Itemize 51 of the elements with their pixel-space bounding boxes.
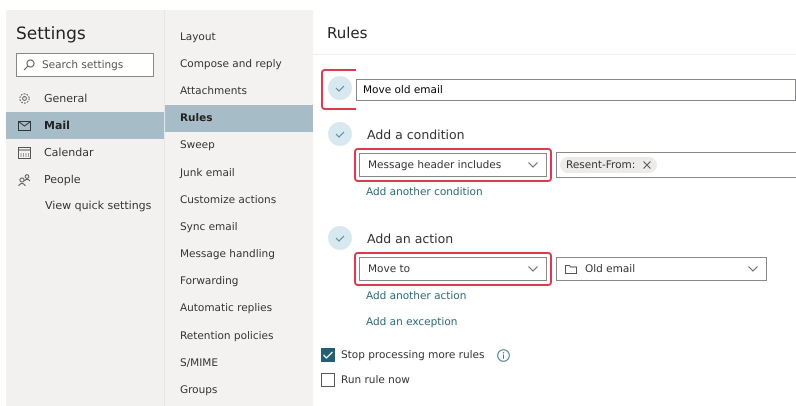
action-dropdown[interactable]: Move to — [359, 257, 547, 281]
subnav-item[interactable]: Sweep — [164, 132, 313, 159]
chevron-icon — [528, 162, 538, 168]
step-check-icon — [328, 76, 352, 100]
subnav-item[interactable]: Rules — [164, 104, 313, 132]
rule-name-field[interactable]: Move old email — [356, 78, 796, 100]
subnav-item[interactable]: Layout — [164, 23, 313, 50]
nav-item[interactable]: Mail — [6, 112, 164, 139]
subnav-item[interactable]: Junk email — [164, 158, 313, 186]
header-value-field[interactable]: Resent-From: — [556, 152, 796, 178]
subnav-item[interactable]: Message handling — [164, 240, 313, 268]
subnav-item[interactable]: Automatic replies — [164, 294, 313, 322]
chevron-icon — [528, 266, 538, 272]
condition-dropdown[interactable]: Message header includes — [359, 153, 547, 177]
folder-dropdown[interactable]: Old email — [556, 257, 767, 281]
subnav-item[interactable]: Retention policies — [164, 322, 313, 350]
condition-heading: Add a condition — [367, 126, 465, 142]
subnav-item[interactable]: Forwarding — [164, 268, 313, 295]
option-label: Run rule now — [341, 374, 410, 386]
subnav-item[interactable]: Compose and reply — [164, 50, 313, 78]
gear-icon — [18, 92, 31, 105]
subnav-item[interactable]: S/MIME — [164, 349, 313, 376]
info-icon[interactable] — [496, 348, 510, 362]
add-condition-link[interactable]: Add another condition — [366, 186, 796, 198]
search-field[interactable]: Search settings — [16, 53, 154, 77]
subnav-item[interactable]: Customize actions — [164, 186, 313, 214]
nav-item[interactable]: People — [6, 166, 164, 193]
checkbox[interactable] — [321, 348, 335, 362]
chevron-icon — [748, 266, 758, 272]
step-check-icon — [328, 122, 352, 146]
nav-item[interactable]: General — [6, 85, 164, 112]
subnav-item[interactable]: Sync email — [164, 213, 313, 240]
option-label: Stop processing more rules — [341, 349, 484, 361]
action-heading: Add an action — [367, 230, 454, 246]
quick-settings-link[interactable]: View quick settings — [6, 193, 164, 212]
checkbox[interactable] — [321, 373, 335, 387]
folder-icon — [565, 264, 577, 274]
subnav-item[interactable]: Attachments — [164, 77, 313, 105]
search-icon — [23, 59, 35, 71]
subnav-item[interactable]: Groups — [164, 376, 313, 404]
close-icon[interactable] — [643, 161, 652, 169]
rules-title: Rules — [313, 0, 796, 55]
add-exception-link[interactable]: Add an exception — [366, 316, 796, 328]
settings-title: Settings — [15, 23, 87, 46]
calendar-icon — [18, 146, 31, 158]
mail-icon — [18, 120, 31, 130]
nav-item[interactable]: Calendar — [6, 139, 164, 166]
step-check-icon — [328, 226, 352, 250]
people-icon — [18, 174, 31, 186]
add-action-link[interactable]: Add another action — [366, 290, 796, 302]
header-chip: Resent-From: — [560, 157, 658, 173]
